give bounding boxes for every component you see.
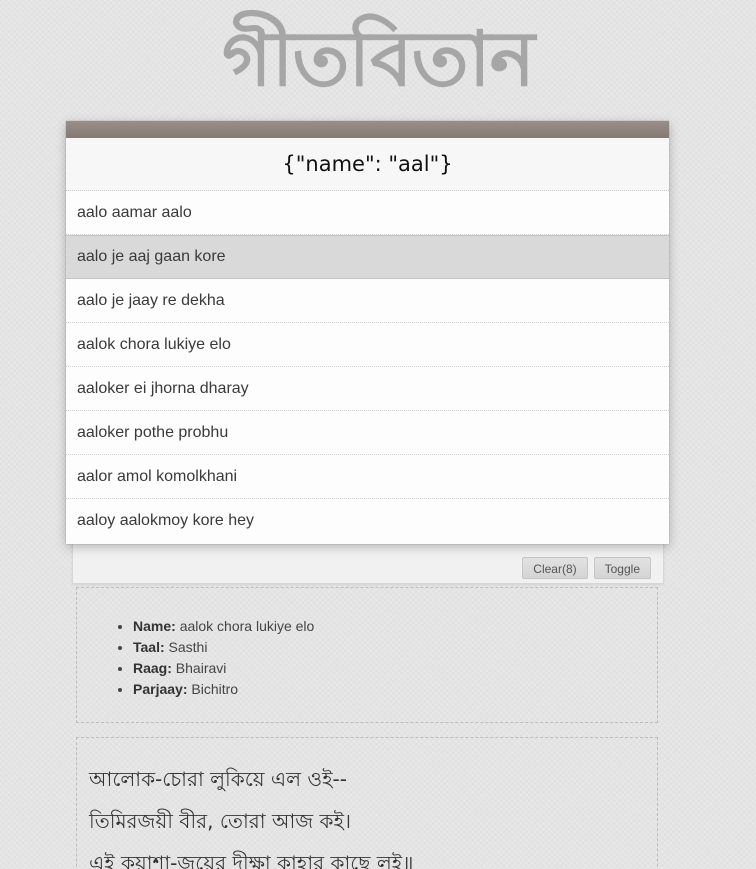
details-taal-value: Sasthi — [168, 639, 208, 655]
toggle-button[interactable]: Toggle — [593, 557, 651, 579]
details-name: Name: aalok chora lukiye elo — [133, 616, 314, 637]
lyrics-lines: আলোক-চোরা লুকিয়ে এল ওই-- তিমিরজয়ী বীর,… — [89, 758, 413, 869]
details-raag: Raag: Bhairavi — [133, 658, 314, 679]
result-list: aalo aamar aalo aalo je aaj gaan kore aa… — [66, 191, 669, 542]
details-taal: Taal: Sasthi — [133, 637, 314, 658]
autocomplete-popup: {"name": "aal"} aalo aamar aalo aalo je … — [66, 121, 669, 544]
result-item[interactable]: aalok chora lukiye elo — [66, 323, 669, 367]
result-item[interactable]: aaloker pothe probhu — [66, 411, 669, 455]
lyric-line: এই কয়াশা-জয়ের দীক্ষা কাহার কাছে লই॥ — [89, 851, 414, 869]
lyrics-box: আলোক-চোরা লুকিয়ে এল ওই-- তিমিরজয়ী বীর,… — [76, 737, 658, 869]
result-item[interactable]: aalo je jaay re dekha — [66, 279, 669, 323]
popup-title-bar[interactable] — [66, 121, 669, 138]
result-item-selected[interactable]: aalo je aaj gaan kore — [66, 235, 669, 279]
details-list: Name: aalok chora lukiye elo Taal: Sasth… — [133, 616, 314, 700]
details-parjaay: Parjaay: Bichitro — [133, 679, 314, 700]
clear-button[interactable]: Clear(8) — [522, 557, 588, 579]
details-parjaay-value: Bichitro — [191, 681, 239, 697]
details-name-label: Name: — [133, 618, 176, 634]
panel-buttons: Clear(8) Toggle — [522, 557, 651, 579]
site-title: গীতবিতান — [221, 14, 535, 103]
song-details: Name: aalok chora lukiye elo Taal: Sasth… — [76, 587, 658, 723]
details-raag-value: Bhairavi — [175, 660, 227, 676]
details-taal-label: Taal: — [133, 639, 165, 655]
details-parjaay-label: Parjaay: — [133, 681, 188, 697]
details-raag-label: Raag: — [133, 660, 172, 676]
result-item[interactable]: aaloker ei jhorna dharay — [66, 367, 669, 411]
search-query-display: {"name": "aal"} — [66, 138, 669, 191]
result-item[interactable]: aalor amol komolkhani — [66, 455, 669, 499]
details-name-value: aalok chora lukiye elo — [179, 618, 315, 634]
result-item[interactable]: aalo aamar aalo — [66, 191, 669, 235]
lyric-line: তিমিরজয়ী বীর, তোরা আজ কই। — [89, 809, 352, 833]
result-item[interactable]: aaloy aalokmoy kore hey — [66, 499, 669, 542]
lyric-line: আলোক-চোরা লুকিয়ে এল ওই-- — [89, 767, 347, 791]
